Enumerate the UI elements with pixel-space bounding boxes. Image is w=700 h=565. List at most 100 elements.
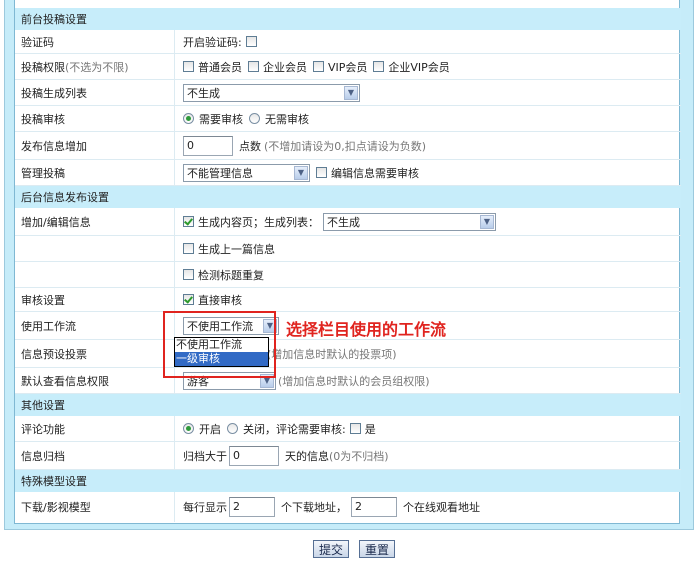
points-hint: (不增加请设为0,扣点请设为负数) — [264, 139, 427, 153]
permission-checkbox-normal[interactable] — [183, 61, 194, 72]
label: 默认查看信息权限 — [21, 374, 109, 388]
annotation-text: 选择栏目使用的工作流 — [286, 320, 447, 339]
label: 增加/编辑信息 — [21, 215, 91, 229]
section-header-other: 其他设置 — [15, 394, 681, 416]
checkbox-label: 检测标题重复 — [198, 268, 264, 282]
section-title: 后台信息发布设置 — [21, 191, 109, 204]
row-captcha: 验证码 开启验证码: — [15, 30, 681, 54]
points-input[interactable]: 0 — [183, 135, 233, 156]
permission-label: 普通会员 — [198, 60, 242, 74]
watch-count-input[interactable]: 2 — [351, 497, 397, 517]
archive-prefix: 归档大于 — [183, 449, 227, 463]
workflow-option-highlighted[interactable]: 一级审核 — [175, 352, 268, 366]
checkbox-label: 生成内容页；生成列表： — [198, 215, 319, 229]
edit-review-checkbox[interactable] — [316, 167, 327, 178]
vote-hint: (增加信息时默认的投票项) — [267, 347, 397, 361]
label: 评论功能 — [21, 422, 65, 436]
label: 验证码 — [21, 35, 54, 49]
review-radio-required[interactable] — [183, 113, 194, 124]
section-title: 特殊模型设置 — [21, 475, 87, 488]
workflow-option[interactable]: 不使用工作流 — [175, 338, 268, 352]
comment-review-text: ，评论需要审核: — [265, 422, 346, 436]
check-dup-checkbox[interactable] — [183, 269, 194, 280]
download-suffix: 个下载地址， — [281, 501, 347, 514]
captcha-text: 开启验证码: — [183, 35, 242, 49]
row-audit: 审核设置 直接审核 — [15, 288, 681, 312]
selected-value: 不生成 — [187, 86, 220, 100]
chevron-down-icon[interactable]: ▼ — [263, 318, 277, 333]
watch-suffix: 个在线观看地址 — [403, 501, 480, 514]
radio-label: 开启 — [199, 422, 221, 436]
label: 发布信息增加 — [21, 139, 87, 153]
row-permission: 投稿权限 (不选为不限) 普通会员 企业会员 VIP会员 企业VIP会员 — [15, 54, 681, 80]
row-points: 发布信息增加 0 点数 (不增加请设为0,扣点请设为负数) — [15, 132, 681, 160]
archive-days-input[interactable]: 0 — [229, 445, 279, 466]
label: 投稿审核 — [21, 112, 65, 126]
chevron-down-icon[interactable]: ▼ — [260, 373, 274, 388]
gen-prev-checkbox[interactable] — [183, 243, 194, 254]
checkbox-label: 生成上一篇信息 — [198, 242, 275, 256]
row-prev: 生成上一篇信息 — [15, 236, 681, 262]
label: 信息预设投票 — [21, 347, 87, 361]
workflow-dropdown-list[interactable]: 不使用工作流 一级审核 — [174, 337, 269, 367]
permission-checkbox-enterprise-vip[interactable] — [373, 61, 385, 72]
section-header-front: 前台投稿设置 — [15, 8, 681, 30]
selected-value: 不能管理信息 — [187, 166, 253, 180]
row-download: 下载/影视模型 每行显示 2 个下载地址， 2 个在线观看地址 — [15, 492, 681, 522]
section-title: 其他设置 — [21, 399, 65, 412]
row-view-perm: 默认查看信息权限 游客 ▼ (增加信息时默认的会员组权限) — [15, 368, 681, 394]
permission-checkbox-vip[interactable] — [313, 61, 324, 72]
selected-value: 不生成 — [327, 215, 360, 229]
permission-checkbox-enterprise[interactable] — [248, 61, 259, 72]
selected-value: 游客 — [187, 374, 209, 388]
checkbox-label: 直接审核 — [198, 293, 242, 307]
direct-audit-checkbox[interactable] — [183, 294, 194, 305]
radio-label: 关闭 — [243, 422, 265, 436]
chevron-down-icon[interactable]: ▼ — [344, 85, 358, 100]
section-title: 前台投稿设置 — [21, 13, 87, 26]
label: 投稿权限 — [21, 60, 65, 74]
row-dup: 检测标题重复 — [15, 262, 681, 288]
permission-label: VIP会员 — [328, 60, 368, 74]
permission-label: 企业VIP会员 — [388, 60, 450, 74]
permission-label: 企业会员 — [263, 60, 307, 74]
reset-button[interactable]: 重置 — [359, 540, 396, 558]
row-vote: 信息预设投票 管理预设投票 (增加信息时默认的投票项) — [15, 340, 681, 368]
chevron-down-icon[interactable]: ▼ — [480, 214, 494, 229]
download-count-input[interactable]: 2 — [229, 497, 275, 517]
comment-radio-on[interactable] — [183, 423, 194, 434]
points-unit: 点数 — [239, 139, 261, 153]
label: 管理投稿 — [21, 166, 65, 180]
workflow-select[interactable]: 不使用工作流 ▼ — [183, 316, 279, 335]
row-add-edit: 增加/编辑信息 生成内容页；生成列表： 不生成 ▼ — [15, 208, 681, 236]
submit-button[interactable]: 提交 — [313, 540, 350, 558]
label: 下载/影视模型 — [21, 501, 91, 514]
gen-list-select[interactable]: 不生成 ▼ — [183, 83, 360, 102]
section-header-back: 后台信息发布设置 — [15, 186, 681, 208]
radio-label: 需要审核 — [199, 112, 243, 126]
view-perm-select[interactable]: 游客 ▼ — [183, 371, 276, 390]
gen-content-checkbox[interactable] — [183, 216, 194, 227]
radio-label: 无需审核 — [265, 112, 309, 126]
selected-value: 不使用工作流 — [187, 319, 253, 333]
row-gen-list: 投稿生成列表 不生成 ▼ — [15, 80, 681, 106]
row-comment: 评论功能 开启 关闭 ，评论需要审核: 是 — [15, 416, 681, 442]
checkbox-label: 是 — [364, 422, 376, 436]
view-perm-hint: (增加信息时默认的会员组权限) — [278, 374, 430, 388]
comment-review-checkbox[interactable] — [349, 423, 361, 434]
list-select[interactable]: 不生成 ▼ — [323, 212, 496, 231]
row-manage: 管理投稿 不能管理信息 ▼ 编辑信息需要审核 — [15, 160, 681, 186]
label: 使用工作流 — [21, 319, 76, 333]
label: 投稿生成列表 — [21, 86, 87, 100]
checkbox-label: 编辑信息需要审核 — [331, 166, 419, 180]
review-radio-none[interactable] — [249, 113, 260, 124]
archive-hint: (0为不归档) — [329, 449, 389, 463]
comment-radio-off[interactable] — [227, 423, 238, 434]
archive-suffix: 天的信息 — [285, 449, 329, 463]
manage-select[interactable]: 不能管理信息 ▼ — [183, 163, 310, 182]
label: 信息归档 — [21, 449, 65, 463]
captcha-checkbox[interactable] — [245, 36, 257, 47]
row-review: 投稿审核 需要审核 无需审核 — [15, 106, 681, 132]
download-prefix: 每行显示 — [183, 501, 227, 514]
chevron-down-icon[interactable]: ▼ — [294, 165, 308, 180]
